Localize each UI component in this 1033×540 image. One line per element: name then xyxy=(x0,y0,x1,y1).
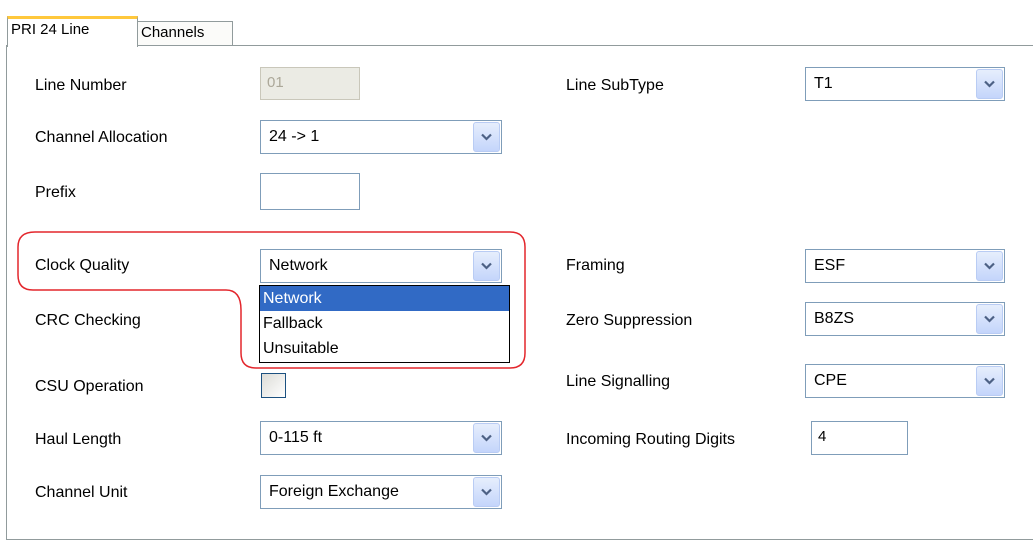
chevron-down-icon xyxy=(481,434,492,442)
channel-unit-dropdown-button[interactable] xyxy=(473,477,500,507)
line-signalling-label: Line Signalling xyxy=(566,373,671,390)
prefix-field[interactable] xyxy=(260,173,360,210)
chevron-down-icon xyxy=(984,262,995,270)
haul-length-label: Haul Length xyxy=(35,431,122,448)
channel-unit-label: Channel Unit xyxy=(35,484,128,501)
clock-quality-option-unsuitable[interactable]: Unsuitable xyxy=(260,336,509,361)
chevron-down-icon xyxy=(481,133,492,141)
chevron-down-icon xyxy=(984,315,995,323)
zero-suppression-select[interactable]: B8ZS xyxy=(805,302,1005,336)
chevron-down-icon xyxy=(984,377,995,385)
clock-quality-dropdown-button[interactable] xyxy=(473,251,500,281)
clock-quality-value: Network xyxy=(269,257,328,274)
line-subtype-select[interactable]: T1 xyxy=(805,67,1005,101)
clock-quality-label: Clock Quality xyxy=(35,257,130,274)
crc-checking-label: CRC Checking xyxy=(35,312,141,329)
tab-strip: PRI 24 Line Channels xyxy=(0,0,1033,47)
line-subtype-value: T1 xyxy=(814,75,833,92)
zero-suppression-label: Zero Suppression xyxy=(566,312,693,329)
line-number-label: Line Number xyxy=(35,77,127,94)
incoming-routing-digits-label: Incoming Routing Digits xyxy=(566,431,735,448)
zero-suppression-value: B8ZS xyxy=(814,310,855,327)
chevron-down-icon xyxy=(984,80,995,88)
clock-quality-dropdown-list: Network Fallback Unsuitable xyxy=(259,285,510,363)
channel-allocation-select[interactable]: 24 -> 1 xyxy=(260,120,502,154)
csu-operation-checkbox[interactable] xyxy=(261,373,286,398)
line-signalling-select[interactable]: CPE xyxy=(805,364,1005,398)
tab-channels[interactable]: Channels xyxy=(137,21,233,46)
channel-allocation-label: Channel Allocation xyxy=(35,129,168,146)
clock-quality-select[interactable]: Network xyxy=(260,249,502,283)
haul-length-select[interactable]: 0-115 ft xyxy=(260,421,502,455)
framing-dropdown-button[interactable] xyxy=(976,251,1003,281)
line-signalling-dropdown-button[interactable] xyxy=(976,366,1003,396)
settings-panel xyxy=(6,45,1033,540)
line-subtype-dropdown-button[interactable] xyxy=(976,69,1003,99)
chevron-down-icon xyxy=(481,262,492,270)
zero-suppression-dropdown-button[interactable] xyxy=(976,304,1003,334)
clock-quality-option-fallback[interactable]: Fallback xyxy=(260,311,509,336)
csu-operation-label: CSU Operation xyxy=(35,378,144,395)
haul-length-value: 0-115 ft xyxy=(269,429,323,446)
channel-allocation-dropdown-button[interactable] xyxy=(473,122,500,152)
framing-label: Framing xyxy=(566,257,625,274)
clock-quality-option-network[interactable]: Network xyxy=(260,286,509,311)
tab-pri-24-line[interactable]: PRI 24 Line xyxy=(7,16,138,47)
line-subtype-label: Line SubType xyxy=(566,77,664,94)
channel-allocation-value: 24 -> 1 xyxy=(269,128,320,145)
incoming-routing-digits-field[interactable]: 4 xyxy=(811,421,908,455)
chevron-down-icon xyxy=(481,488,492,496)
framing-value: ESF xyxy=(814,257,846,274)
channel-unit-select[interactable]: Foreign Exchange xyxy=(260,475,502,509)
line-signalling-value: CPE xyxy=(814,372,847,389)
haul-length-dropdown-button[interactable] xyxy=(473,423,500,453)
channel-unit-value: Foreign Exchange xyxy=(269,483,399,500)
prefix-label: Prefix xyxy=(35,184,76,201)
framing-select[interactable]: ESF xyxy=(805,249,1005,283)
line-number-field: 01 xyxy=(260,67,360,100)
